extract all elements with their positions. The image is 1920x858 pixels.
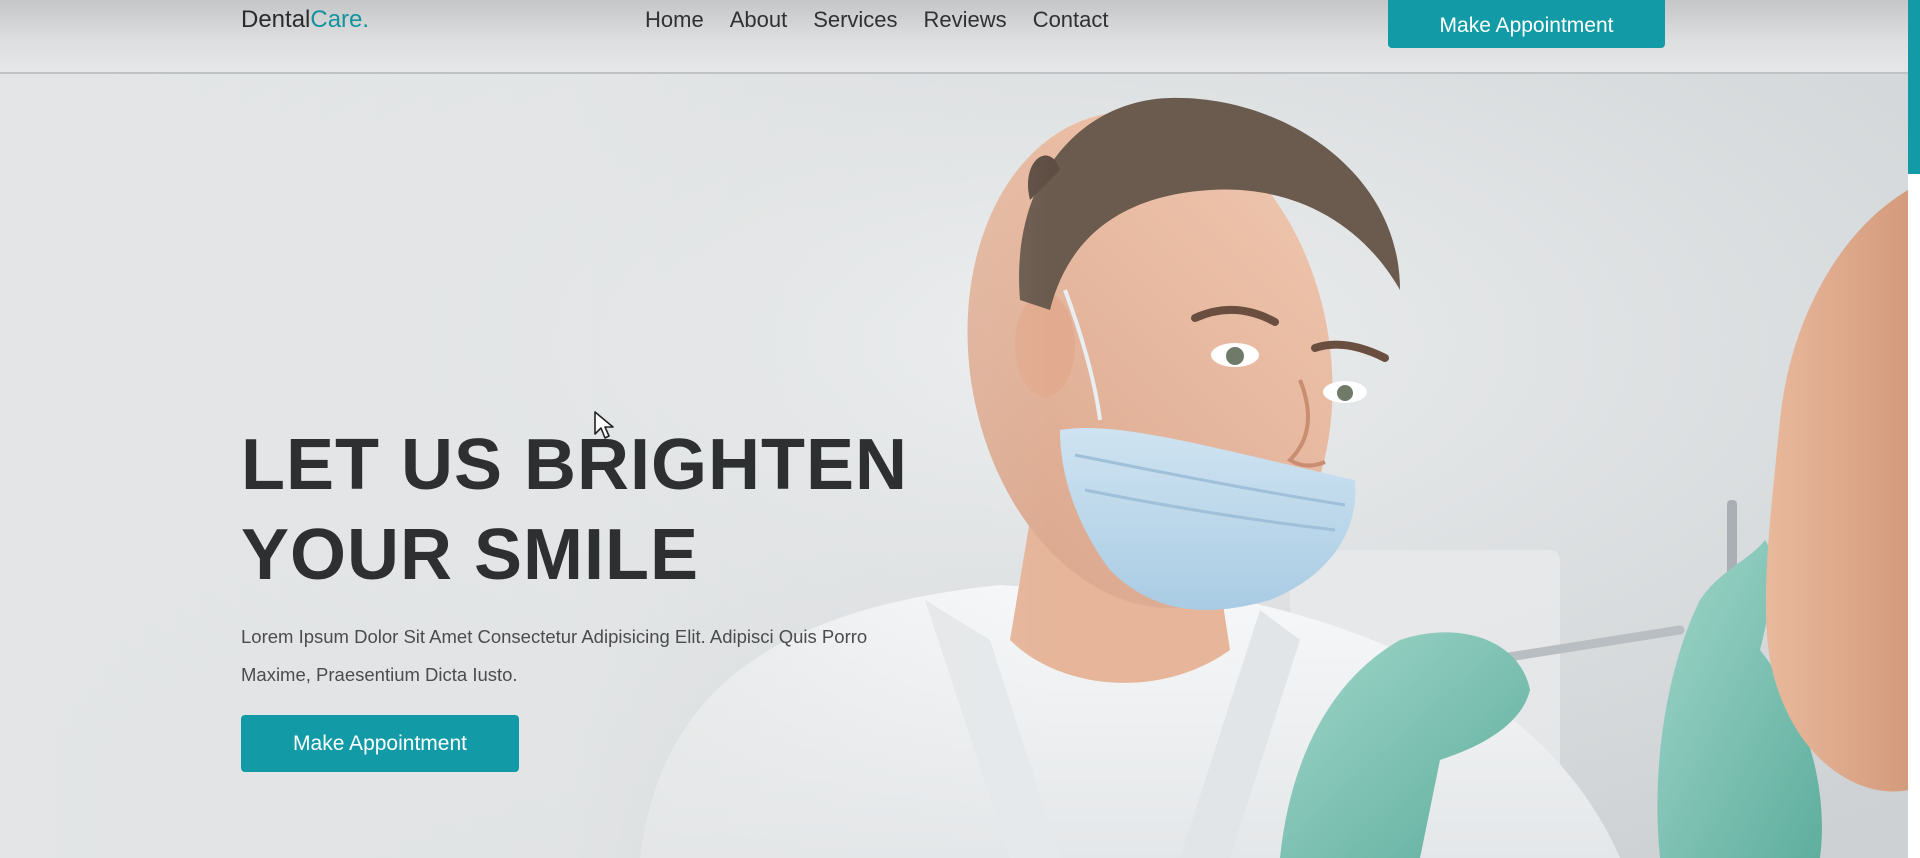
brand-logo[interactable]: DentalCare. — [241, 6, 369, 34]
nav-link-contact[interactable]: Contact — [1033, 7, 1109, 33]
logo-text-accent: Care. — [310, 6, 370, 33]
nav-link-services[interactable]: Services — [813, 7, 897, 33]
hero-title-line-2: YOUR SMILE — [241, 515, 700, 595]
main-nav: Home About Services Reviews Contact — [645, 7, 1109, 33]
nav-link-about[interactable]: About — [730, 7, 788, 33]
header-make-appointment-button[interactable]: Make Appointment — [1388, 0, 1665, 48]
hero-title: LET US BRIGHTEN YOUR SMILE — [241, 420, 941, 600]
page-viewport: DentalCare. Home About Services Reviews … — [0, 0, 1908, 858]
hero-make-appointment-button[interactable]: Make Appointment — [241, 715, 519, 772]
logo-text-primary: Dental — [241, 6, 311, 33]
hero-title-line-1: LET US BRIGHTEN — [241, 425, 909, 505]
page-scrollbar[interactable] — [1908, 0, 1920, 858]
site-header: DentalCare. Home About Services Reviews … — [0, 0, 1908, 74]
hero-description: Lorem Ipsum Dolor Sit Amet Consectetur A… — [241, 626, 868, 685]
nav-link-home[interactable]: Home — [645, 7, 704, 33]
nav-link-reviews[interactable]: Reviews — [924, 7, 1007, 33]
scrollbar-thumb[interactable] — [1908, 0, 1920, 174]
mouse-pointer-icon — [594, 411, 614, 439]
